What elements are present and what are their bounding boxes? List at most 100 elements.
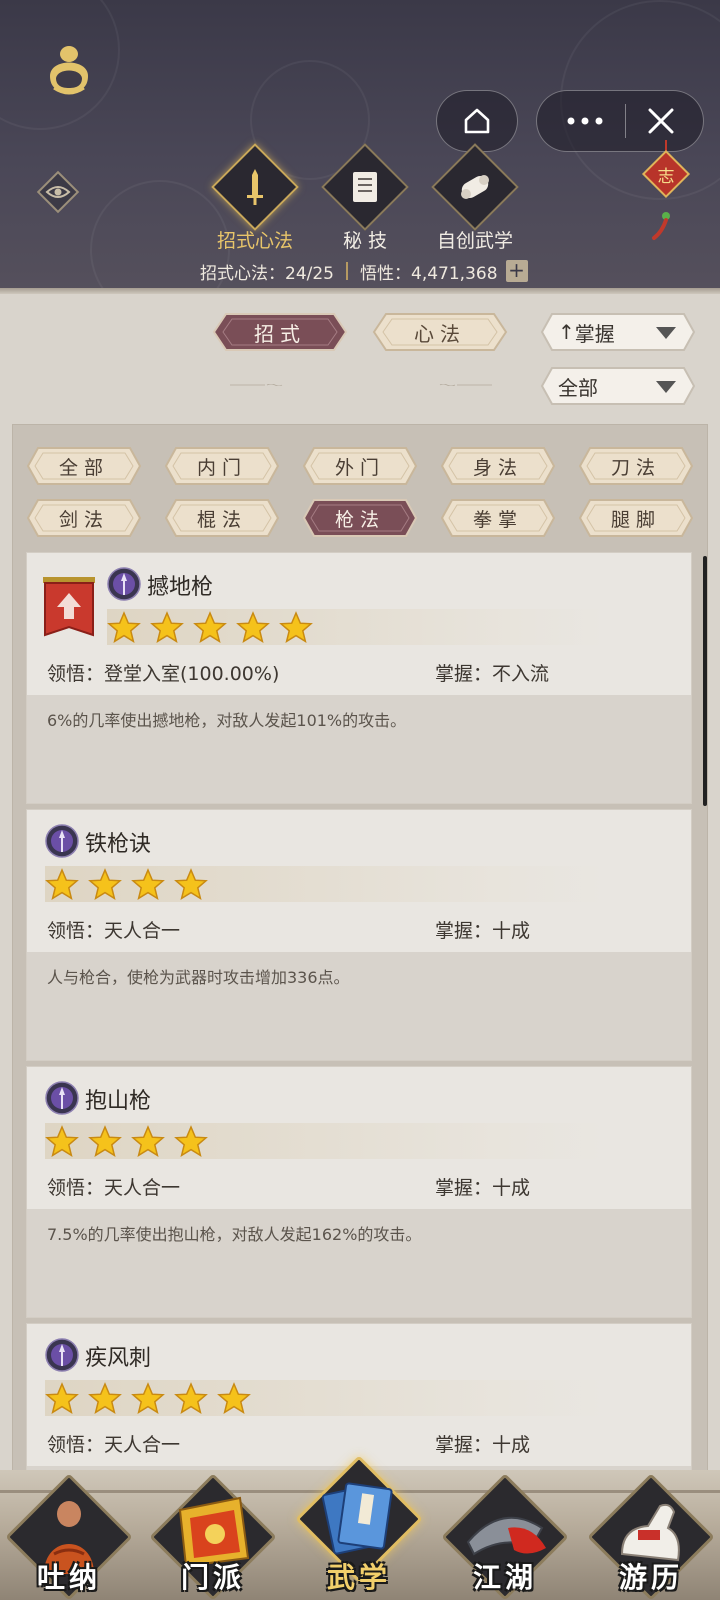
more-icon[interactable] — [565, 116, 605, 126]
spear-school-icon — [45, 1338, 79, 1372]
tab-icon-frame — [211, 143, 299, 231]
filter-chip[interactable]: 内门 — [164, 446, 280, 486]
star-icon — [174, 1382, 208, 1414]
nav-label: 江湖 — [472, 1561, 537, 1594]
stats-line: 招式心法：24/25 悟性：4,471,368 + — [200, 258, 528, 284]
close-icon[interactable] — [646, 106, 676, 136]
star-icon — [88, 868, 122, 900]
filter-chip[interactable]: 身法 — [440, 446, 556, 486]
home-button[interactable] — [436, 90, 518, 152]
top-category-tabs: 招式心法 秘 技 自创武学 — [200, 143, 540, 252]
comprehension-level: 领悟：天人合一 — [47, 1434, 181, 1456]
tab-secret-skills[interactable]: 秘 技 — [310, 143, 420, 253]
skill-school-badge — [45, 1338, 79, 1372]
nav-label: 游历 — [618, 1561, 683, 1594]
mastery-level: 掌握：十成 — [435, 1177, 531, 1199]
star-icon — [131, 1382, 165, 1414]
star-icon — [174, 1125, 208, 1157]
star-icon — [174, 868, 208, 900]
nav-label: 吐纳 — [36, 1561, 101, 1594]
mastery-level: 掌握：十成 — [435, 920, 531, 942]
tab-icon-frame — [321, 143, 409, 231]
nav-item-breathing[interactable]: 吐纳 — [5, 1470, 133, 1600]
avatar-button[interactable] — [44, 42, 94, 96]
upgrade-button[interactable] — [41, 575, 97, 643]
nav-item-jianghu[interactable]: 江湖 — [441, 1470, 569, 1600]
scrollbar[interactable] — [703, 556, 707, 806]
knot-icon — [641, 140, 691, 240]
star-icon — [131, 1125, 165, 1157]
skill-school-badge — [45, 1081, 79, 1115]
filter-chip[interactable]: 腿脚 — [578, 498, 694, 538]
filter-chip-label: 棍法 — [196, 508, 247, 531]
martial-books-icon — [321, 1482, 393, 1555]
filter-chip-label: 外门 — [334, 456, 385, 479]
star-icon — [45, 1382, 79, 1414]
avatar-icon — [50, 46, 88, 95]
filter-label: 全部 — [558, 375, 598, 400]
star-rating — [45, 868, 208, 902]
type-tab-mentals[interactable]: 心法 — [372, 312, 508, 352]
nav-label: 门派 — [180, 1561, 245, 1594]
skill-card[interactable]: 铁枪诀 领悟：天人合一 掌握：十成 人与枪合，使枪为武器时攻击增加336点。 — [26, 809, 692, 1061]
nav-item-sect[interactable]: 门派 — [149, 1470, 277, 1600]
filter-chip[interactable]: 刀法 — [578, 446, 694, 486]
decorative-line-left — [230, 384, 283, 386]
skill-name: 抱山枪 — [85, 1089, 152, 1114]
star-icon — [131, 868, 165, 900]
type-tab-moves[interactable]: 招式 — [212, 312, 348, 352]
skill-list[interactable]: 撼地枪 领悟：登堂入室(100.00%) 掌握：不入流 6%的几率使出撼地枪，对敌人发… — [26, 552, 694, 1474]
skill-card[interactable]: 抱山枪 领悟：天人合一 掌握：十成 7.5%的几率使出抱山枪，对敌人发起162%的攻击… — [26, 1066, 692, 1318]
eye-toggle-button[interactable] — [36, 170, 80, 214]
skill-card[interactable]: 撼地枪 领悟：登堂入室(100.00%) 掌握：不入流 6%的几率使出撼地枪，对敌人发… — [26, 552, 692, 804]
filter-chip-label: 全部 — [58, 456, 109, 479]
sort-label: 掌握 — [574, 321, 615, 346]
moves-count: 招式心法：24/25 — [200, 263, 334, 284]
tab-icon-frame — [431, 143, 519, 231]
filter-chip-label: 剑法 — [58, 508, 109, 531]
comprehension-level: 领悟：天人合一 — [47, 920, 181, 942]
eye-icon — [36, 170, 80, 214]
insight-value: 悟性：4,471,368 — [360, 263, 498, 284]
filter-chip-label: 拳掌 — [472, 508, 523, 531]
chevron-down-icon — [656, 381, 676, 393]
hanging-knot-decoration[interactable]: 志 — [640, 140, 692, 244]
comprehension-level: 领悟：天人合一 — [47, 1177, 181, 1199]
nav-label: 武学 — [326, 1561, 391, 1594]
sort-dropdown[interactable]: ↑ 掌握 — [540, 312, 696, 352]
scroll-icon — [461, 175, 489, 199]
nav-item-martial-arts[interactable]: 武学 — [295, 1455, 423, 1600]
comprehension-level: 领悟：登堂入室(100.00%) — [47, 663, 280, 685]
book-icon — [353, 172, 377, 202]
top-header: 志 招式心法 秘 技 自创武学 招式心法：24/25 悟性：4,471,368 … — [0, 0, 720, 292]
tab-moves-mentals[interactable]: 招式心法 — [200, 143, 310, 253]
star-icon — [107, 611, 141, 643]
upgrade-banner-icon — [43, 577, 95, 637]
home-icon — [464, 108, 490, 134]
nav-item-travel[interactable]: 游历 — [587, 1470, 715, 1600]
filter-dropdown[interactable]: 全部 — [540, 366, 696, 406]
star-rating — [45, 1125, 208, 1159]
star-icon — [150, 611, 184, 643]
spear-school-icon — [107, 567, 141, 601]
filter-chip[interactable]: 棍法 — [164, 498, 280, 538]
skill-name: 疾风刺 — [85, 1346, 152, 1371]
filter-chip[interactable]: 外门 — [302, 446, 418, 486]
skill-name: 铁枪诀 — [85, 832, 152, 857]
filter-chip[interactable]: 枪法 — [302, 498, 418, 538]
filter-chip[interactable]: 剑法 — [26, 498, 142, 538]
sword-icon — [247, 169, 263, 205]
decorative-line-right — [439, 384, 492, 386]
skill-school-badge — [107, 567, 141, 601]
filter-chip[interactable]: 拳掌 — [440, 498, 556, 538]
star-icon — [236, 611, 270, 643]
filter-chip-label: 腿脚 — [610, 508, 661, 531]
header-border — [0, 288, 720, 294]
tab-self-created[interactable]: 自创武学 — [420, 143, 530, 253]
skill-card[interactable]: 疾风刺领悟：天人合一 掌握：十成 — [26, 1323, 692, 1474]
mastery-level: 掌握：十成 — [435, 1434, 531, 1456]
star-icon — [279, 611, 313, 643]
filter-chip[interactable]: 全部 — [26, 446, 142, 486]
capsule-divider — [624, 104, 626, 138]
add-insight-button[interactable]: + — [505, 260, 528, 282]
